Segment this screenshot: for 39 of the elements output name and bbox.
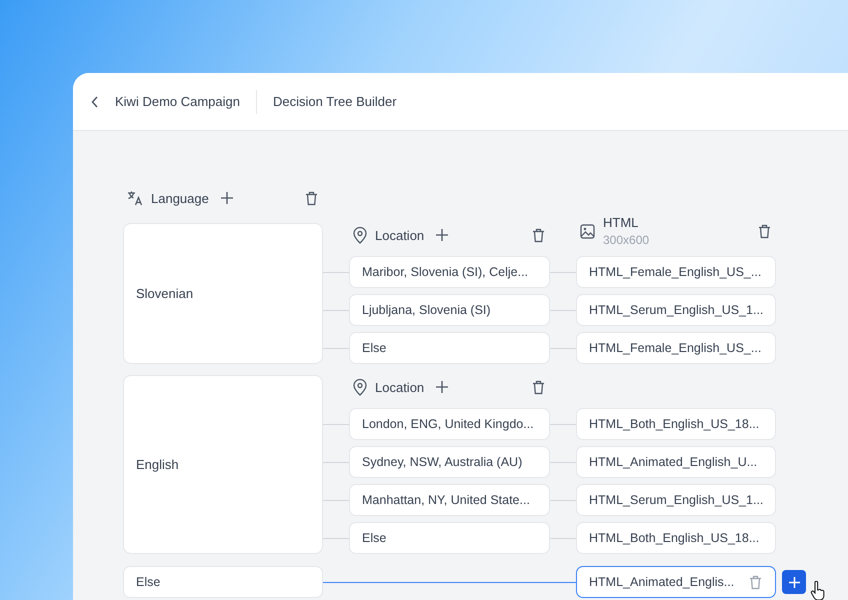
location-node[interactable]: Ljubljana, Slovenia (SI) — [349, 294, 550, 326]
location-node[interactable]: Else — [349, 332, 550, 364]
html-node[interactable]: HTML_Serum_English_US_1... — [576, 484, 776, 516]
location-pin-icon — [353, 226, 367, 244]
location-node[interactable]: Manhattan, NY, United State... — [349, 484, 550, 516]
language-node[interactable]: English — [123, 375, 323, 554]
html-node[interactable]: HTML_Female_English_US_... — [576, 332, 776, 364]
trash-icon[interactable] — [758, 224, 771, 238]
html-node[interactable]: HTML_Serum_English_US_1... — [576, 294, 776, 326]
add-icon[interactable] — [436, 381, 448, 393]
column-label: Language — [151, 190, 209, 206]
html-node[interactable]: HTML_Both_English_US_18... — [576, 408, 776, 440]
trash-icon[interactable] — [305, 190, 318, 206]
plus-icon — [788, 576, 800, 588]
add-icon[interactable] — [220, 192, 233, 204]
column-label: Location — [375, 228, 424, 242]
back-icon[interactable] — [91, 96, 99, 108]
language-node[interactable]: Slovenian — [123, 223, 323, 364]
location-node[interactable]: Maribor, Slovenia (SI), Celje... — [349, 256, 550, 288]
location-node[interactable]: London, ENG, United Kingdo... — [349, 408, 550, 440]
translate-icon — [127, 190, 143, 206]
size-label: 300x600 — [603, 233, 650, 247]
add-button[interactable] — [782, 570, 806, 594]
location-node[interactable]: Sydney, NSW, Australia (AU) — [349, 446, 550, 478]
trash-icon[interactable] — [532, 380, 545, 394]
language-node[interactable]: Else — [123, 566, 323, 598]
breadcrumb-link[interactable]: Kiwi Demo Campaign — [115, 94, 240, 109]
html-node[interactable]: HTML_Female_English_US_... — [576, 256, 776, 288]
html-node[interactable]: HTML_Both_English_US_18... — [576, 522, 776, 554]
html-node[interactable]: HTML_Animated_Englis... — [576, 566, 776, 598]
location-node[interactable]: Else — [349, 522, 550, 554]
column-label: Location — [375, 380, 424, 394]
image-icon — [580, 224, 595, 238]
add-icon[interactable] — [436, 229, 448, 241]
page-title: Decision Tree Builder — [273, 94, 397, 109]
column-label: HTML — [603, 215, 640, 230]
html-node[interactable]: HTML_Animated_English_U... — [576, 446, 776, 478]
location-pin-icon — [353, 378, 367, 396]
trash-icon[interactable] — [532, 228, 545, 242]
